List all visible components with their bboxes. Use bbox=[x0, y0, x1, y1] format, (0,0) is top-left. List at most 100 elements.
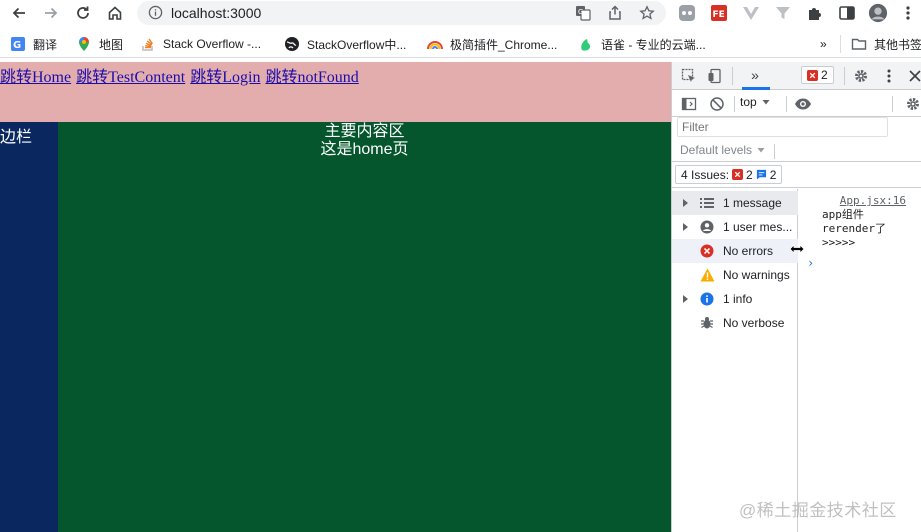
bookmark-stackoverflow-cn[interactable]: StackOverflow中... bbox=[284, 35, 406, 53]
warning-icon bbox=[699, 267, 715, 283]
back-button[interactable] bbox=[9, 3, 29, 23]
forward-button[interactable] bbox=[41, 3, 61, 23]
caret-down-icon bbox=[757, 148, 765, 153]
divider bbox=[774, 144, 775, 159]
live-expression-button[interactable] bbox=[794, 95, 812, 113]
error-count: 2 bbox=[821, 68, 828, 82]
sidebar-item-info[interactable]: 1 info bbox=[672, 287, 798, 311]
filter-row bbox=[672, 117, 921, 141]
active-tab-indicator bbox=[742, 87, 770, 90]
console-filter-input[interactable] bbox=[677, 117, 888, 137]
bookmark-star-icon[interactable] bbox=[638, 4, 656, 22]
console-source-link[interactable]: App.jsx:16 bbox=[840, 194, 906, 207]
divider bbox=[734, 96, 735, 112]
rainbow-icon bbox=[427, 36, 443, 52]
bug-icon bbox=[699, 315, 715, 331]
browser-menu-button[interactable] bbox=[898, 3, 918, 23]
sidebar-item-errors[interactable]: No errors bbox=[672, 239, 798, 263]
link-home[interactable]: 跳转Home bbox=[0, 69, 71, 86]
eye-icon bbox=[795, 98, 811, 110]
device-toolbar-icon[interactable] bbox=[706, 67, 724, 85]
bookmark-label: Stack Overflow -... bbox=[163, 37, 262, 51]
sidebar-item-label: No verbose bbox=[723, 316, 785, 330]
share-icon[interactable] bbox=[606, 4, 624, 22]
url-text[interactable]: localhost:3000 bbox=[171, 5, 261, 21]
console-prompt[interactable]: › bbox=[807, 256, 814, 270]
bookmark-label: 语雀 - 专业的云端... bbox=[601, 37, 706, 52]
bookmark-maps[interactable]: 地图 bbox=[76, 35, 123, 53]
context-value: top bbox=[740, 95, 757, 109]
divider bbox=[844, 67, 845, 85]
bookmarks-overflow-button[interactable]: » bbox=[820, 35, 827, 53]
bookmark-label: 其他书签 bbox=[874, 37, 921, 52]
devtools-menu-button[interactable] bbox=[880, 67, 898, 85]
home-button[interactable] bbox=[105, 3, 125, 23]
message-badge-icon bbox=[756, 169, 766, 180]
devtools-panel: » 2 top Filter Default levels 4 Issues: … bbox=[671, 62, 921, 532]
home-icon bbox=[108, 6, 122, 20]
console-toolbar: top bbox=[672, 91, 921, 117]
console-sidebar: 1 message 1 user mes... No errors No war… bbox=[672, 189, 798, 532]
extensions-puzzle-icon[interactable] bbox=[805, 3, 825, 23]
bookmark-yuque[interactable]: 语雀 - 专业的云端... bbox=[578, 35, 706, 53]
bookmark-label: 地图 bbox=[99, 37, 124, 52]
site-info-icon[interactable] bbox=[148, 5, 163, 25]
console-output: App.jsx:16 app组件 rerender了 >>>>> › bbox=[799, 189, 921, 532]
inspect-element-icon[interactable] bbox=[680, 67, 698, 85]
extension-fe-icon[interactable]: FE bbox=[709, 3, 729, 23]
js-context-select[interactable]: top bbox=[740, 95, 771, 109]
bookmark-chrome-plugins[interactable]: 极简插件_Chrome... bbox=[427, 35, 557, 53]
divider bbox=[786, 96, 787, 112]
link-test-content[interactable]: 跳转TestContent bbox=[76, 69, 185, 86]
expand-arrow-icon[interactable] bbox=[683, 223, 688, 231]
show-console-sidebar-icon[interactable] bbox=[680, 95, 698, 113]
sidebar-item-verbose[interactable]: No verbose bbox=[672, 311, 798, 335]
settings-button[interactable] bbox=[852, 67, 870, 85]
google-translate-icon[interactable]: G bbox=[574, 4, 592, 22]
translate-icon: G bbox=[10, 36, 26, 52]
address-bar[interactable]: localhost:3000 G bbox=[137, 1, 666, 25]
filter-extension-icon[interactable] bbox=[773, 3, 793, 23]
extension-a-icon[interactable] bbox=[677, 3, 697, 23]
sidebar-item-user-messages[interactable]: 1 user mes... bbox=[672, 215, 798, 239]
vue-devtools-icon[interactable] bbox=[741, 3, 761, 23]
clear-console-icon[interactable] bbox=[708, 95, 726, 113]
bookmark-translate[interactable]: G 翻译 bbox=[10, 35, 57, 53]
issues-row: 4 Issues: 2 2 bbox=[672, 162, 921, 188]
svg-text:FE: FE bbox=[713, 10, 725, 20]
log-levels-dropdown[interactable]: Default levels bbox=[680, 143, 766, 157]
issues-message-count: 2 bbox=[769, 167, 777, 182]
reload-button[interactable] bbox=[73, 3, 93, 23]
link-not-found[interactable]: 跳转notFound bbox=[265, 69, 358, 86]
sidebar-item-label: 1 info bbox=[723, 292, 753, 306]
bookmark-label: 翻译 bbox=[33, 37, 58, 52]
error-count-badge[interactable]: 2 bbox=[801, 66, 834, 84]
profile-avatar[interactable] bbox=[868, 3, 888, 23]
link-login[interactable]: 跳转Login bbox=[190, 69, 260, 86]
watermark: @稀土掘金技术社区 bbox=[739, 501, 897, 520]
sidepanel-icon[interactable] bbox=[837, 3, 857, 23]
bookmark-label: 极简插件_Chrome... bbox=[450, 37, 558, 52]
divider bbox=[892, 96, 893, 112]
bookmark-stackoverflow[interactable]: Stack Overflow -... bbox=[140, 35, 261, 53]
issues-button[interactable]: 4 Issues: 2 2 bbox=[675, 165, 783, 184]
sidebar-item-warnings[interactable]: No warnings bbox=[672, 263, 798, 287]
page-header: 跳转Home 跳转TestContent 跳转Login 跳转notFound bbox=[0, 62, 671, 122]
sidebar-item-label: No warnings bbox=[723, 268, 790, 282]
stackoverflow-icon bbox=[140, 36, 156, 52]
bookmarks-bar: G 翻译 地图 Stack Overflow -... StackOverflo… bbox=[0, 30, 921, 58]
gear-icon bbox=[907, 98, 919, 110]
expand-arrow-icon[interactable] bbox=[683, 295, 688, 303]
yuque-icon bbox=[578, 36, 594, 52]
error-badge-icon bbox=[732, 169, 744, 180]
error-badge-icon bbox=[807, 69, 818, 81]
resize-cursor-icon bbox=[789, 242, 805, 260]
bookmark-other-folder[interactable]: 其他书签 bbox=[840, 35, 921, 53]
console-settings-button[interactable] bbox=[904, 95, 921, 113]
sidebar-item-messages[interactable]: 1 message bbox=[672, 191, 798, 215]
more-tabs-button[interactable]: » bbox=[746, 66, 764, 84]
close-devtools-button[interactable] bbox=[906, 67, 921, 85]
browser-toolbar: localhost:3000 G FE bbox=[0, 0, 921, 28]
avatar-icon bbox=[868, 3, 888, 23]
expand-arrow-icon[interactable] bbox=[683, 199, 688, 207]
